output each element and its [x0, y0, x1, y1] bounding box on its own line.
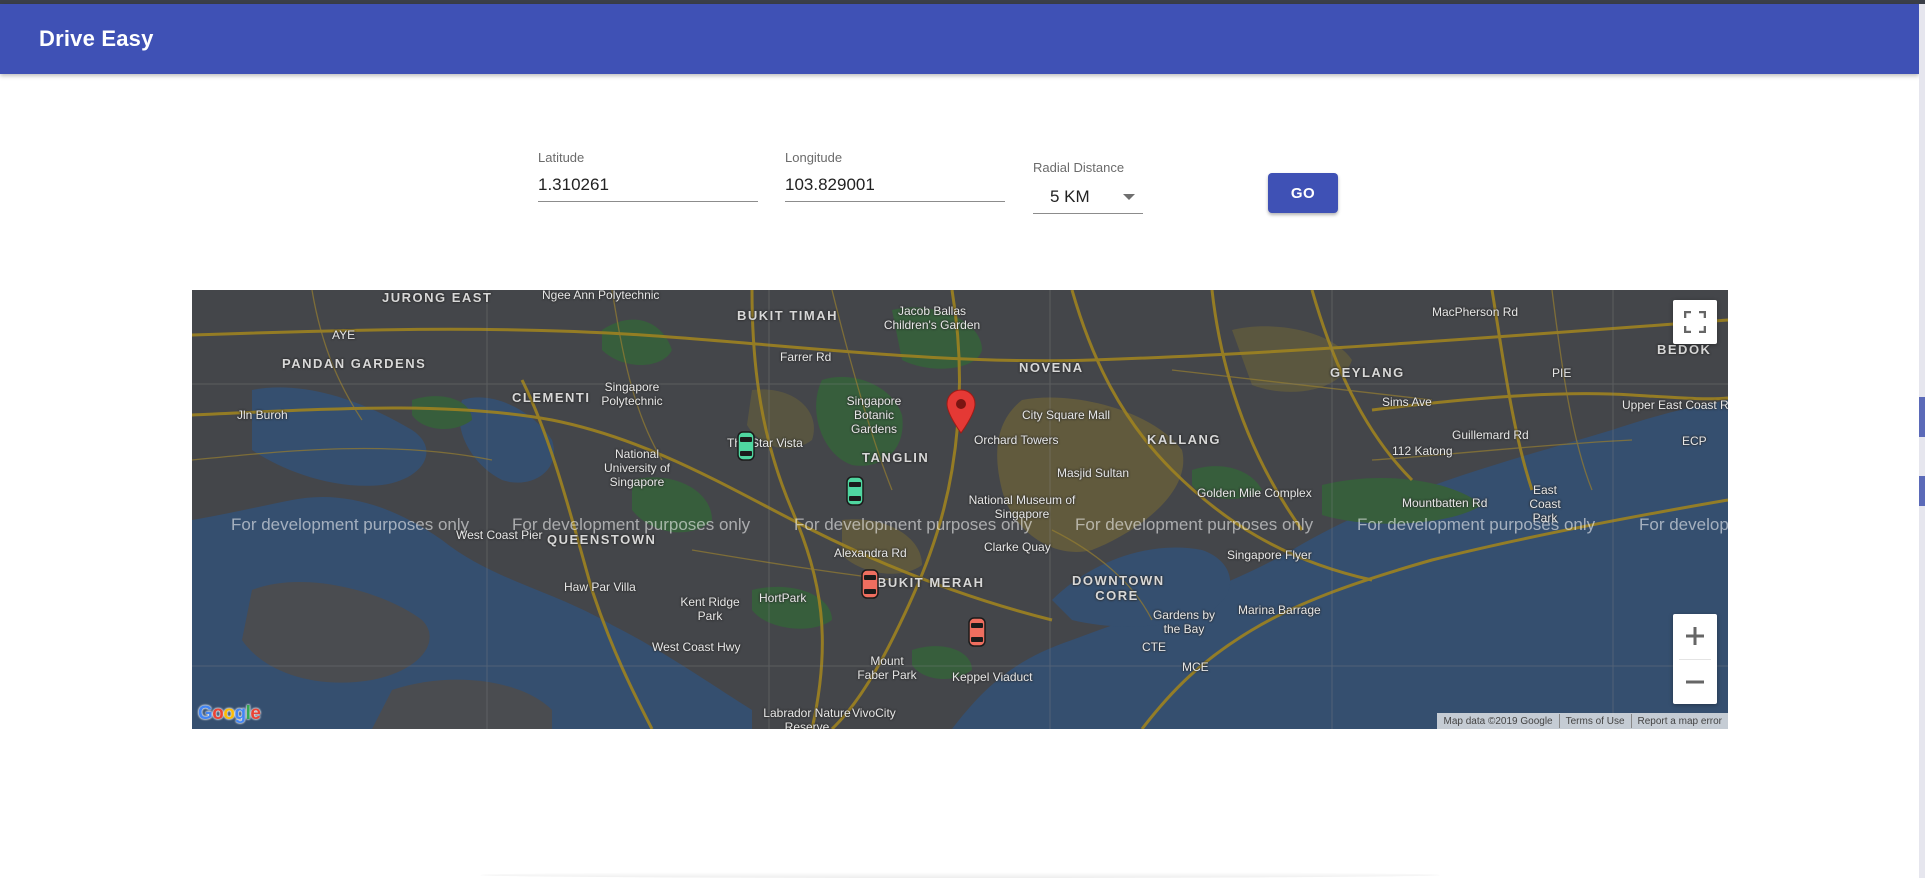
longitude-label: Longitude [785, 150, 843, 165]
map-label: AYE [332, 328, 356, 342]
map-attribution: Map data ©2019 Google Terms of Use Repor… [1437, 713, 1728, 729]
map-label: Orchard Towers [974, 433, 1059, 447]
map-label: BUKIT MERAH [877, 575, 985, 590]
car-icon-available[interactable] [737, 431, 755, 461]
longitude-field: Longitude [785, 150, 1005, 202]
dev-watermark: For development purposes only [794, 515, 1033, 534]
terms-link[interactable]: Terms of Use [1560, 716, 1631, 727]
car-icon-available[interactable] [846, 476, 864, 506]
map-label: Jln Buroh [237, 408, 288, 422]
card-edge-shadow [480, 872, 1440, 878]
latitude-label: Latitude [538, 150, 585, 165]
map-label: Singapore Flyer [1227, 548, 1312, 562]
radial-distance-field: Radial Distance 5 KM [1033, 160, 1143, 214]
map-label: National University of Singapore [603, 447, 671, 489]
latitude-field: Latitude [538, 150, 758, 202]
latitude-input[interactable] [538, 169, 758, 202]
chevron-down-icon [1123, 194, 1135, 200]
longitude-input[interactable] [785, 169, 1005, 202]
map-label: BEDOK [1657, 342, 1712, 357]
map-label: MacPherson Rd [1432, 305, 1519, 319]
fullscreen-icon [1684, 311, 1706, 333]
map-label: Keppel Viaduct [952, 670, 1033, 684]
edge-stripe [1919, 476, 1925, 506]
map-label: Marina Barrage [1238, 603, 1321, 617]
map-label: ECP [1682, 434, 1707, 448]
zoom-out-button[interactable] [1673, 660, 1717, 704]
dev-watermark: For development purposes only [1075, 515, 1314, 534]
map-label: Singapore Botanic Gardens [846, 394, 902, 436]
map[interactable]: JURONG EAST Ngee Ann Polytechnic BUKIT T… [192, 290, 1728, 729]
map-label: Golden Mile Complex [1197, 486, 1312, 500]
map-label: Alexandra Rd [834, 546, 907, 560]
map-label: Masjid Sultan [1057, 466, 1130, 480]
map-label: BUKIT TIMAH [737, 308, 838, 323]
scrollbar-edge[interactable] [1919, 4, 1925, 878]
map-label: Mount Faber Park [857, 654, 917, 682]
map-label: 112 Katong [1392, 444, 1453, 458]
map-label: West Coast Hwy [652, 640, 741, 654]
map-label: City Square Mall [1022, 408, 1111, 422]
map-label: PANDAN GARDENS [282, 356, 427, 371]
map-data-text: Map data ©2019 Google [1443, 715, 1553, 727]
map-label: Farrer Rd [780, 350, 832, 364]
map-label: Sims Ave [1382, 395, 1432, 409]
radial-distance-value: 5 KM [1050, 187, 1090, 206]
map-label: KALLANG [1147, 432, 1222, 447]
map-label: Upper East Coast Rd [1622, 398, 1728, 412]
map-label: Singapore Polytechnic [601, 380, 663, 408]
dev-watermark: For development purposes only [512, 515, 751, 534]
zoom-controls [1673, 614, 1717, 704]
map-label: NOVENA [1019, 360, 1084, 375]
go-button[interactable]: GO [1268, 173, 1338, 213]
map-label: JURONG EAST [382, 290, 493, 305]
car-icon-busy[interactable] [861, 569, 879, 599]
map-label: CLEMENTI [512, 390, 591, 405]
location-pin-icon[interactable] [946, 389, 976, 435]
map-label: VivoCity [852, 706, 896, 720]
map-label: Guillemard Rd [1452, 428, 1529, 442]
radial-distance-label: Radial Distance [1033, 160, 1125, 175]
app-bar: Drive Easy [0, 4, 1919, 74]
google-logo: Google [198, 703, 261, 724]
car-icon-busy[interactable] [968, 617, 986, 647]
map-label: Clarke Quay [984, 540, 1051, 554]
map-label: MCE [1182, 660, 1209, 674]
zoom-in-button[interactable] [1673, 614, 1717, 658]
edge-stripe [1919, 397, 1925, 437]
map-label: GEYLANG [1330, 365, 1405, 380]
fullscreen-button[interactable] [1673, 300, 1717, 344]
map-label: Gardens by the Bay [1152, 608, 1216, 636]
minus-icon [1686, 680, 1704, 684]
dev-watermark: For development purposes only [1357, 515, 1596, 534]
map-label: CTE [1142, 640, 1166, 654]
map-label: PIE [1552, 366, 1572, 380]
map-label: Kent Ridge Park [680, 595, 740, 623]
app-title: Drive Easy [39, 26, 154, 51]
map-label: TANGLIN [862, 450, 930, 465]
dev-watermark: For develop [1639, 515, 1728, 534]
map-label: Labrador Nature Reserve [763, 706, 851, 729]
plus-icon [1686, 627, 1704, 645]
map-label: HortPark [759, 591, 807, 605]
map-label: DOWNTOWN CORE [1072, 573, 1165, 603]
map-label: Ngee Ann Polytechnic [542, 290, 660, 302]
map-label: Mountbatten Rd [1402, 496, 1488, 510]
dev-watermark: For development purposes only [231, 515, 470, 534]
radial-distance-select[interactable]: 5 KM [1033, 179, 1143, 214]
map-label: Haw Par Villa [564, 580, 636, 594]
map-label: Jacob Ballas Children's Garden [883, 304, 981, 332]
report-error-link[interactable]: Report a map error [1632, 716, 1728, 727]
